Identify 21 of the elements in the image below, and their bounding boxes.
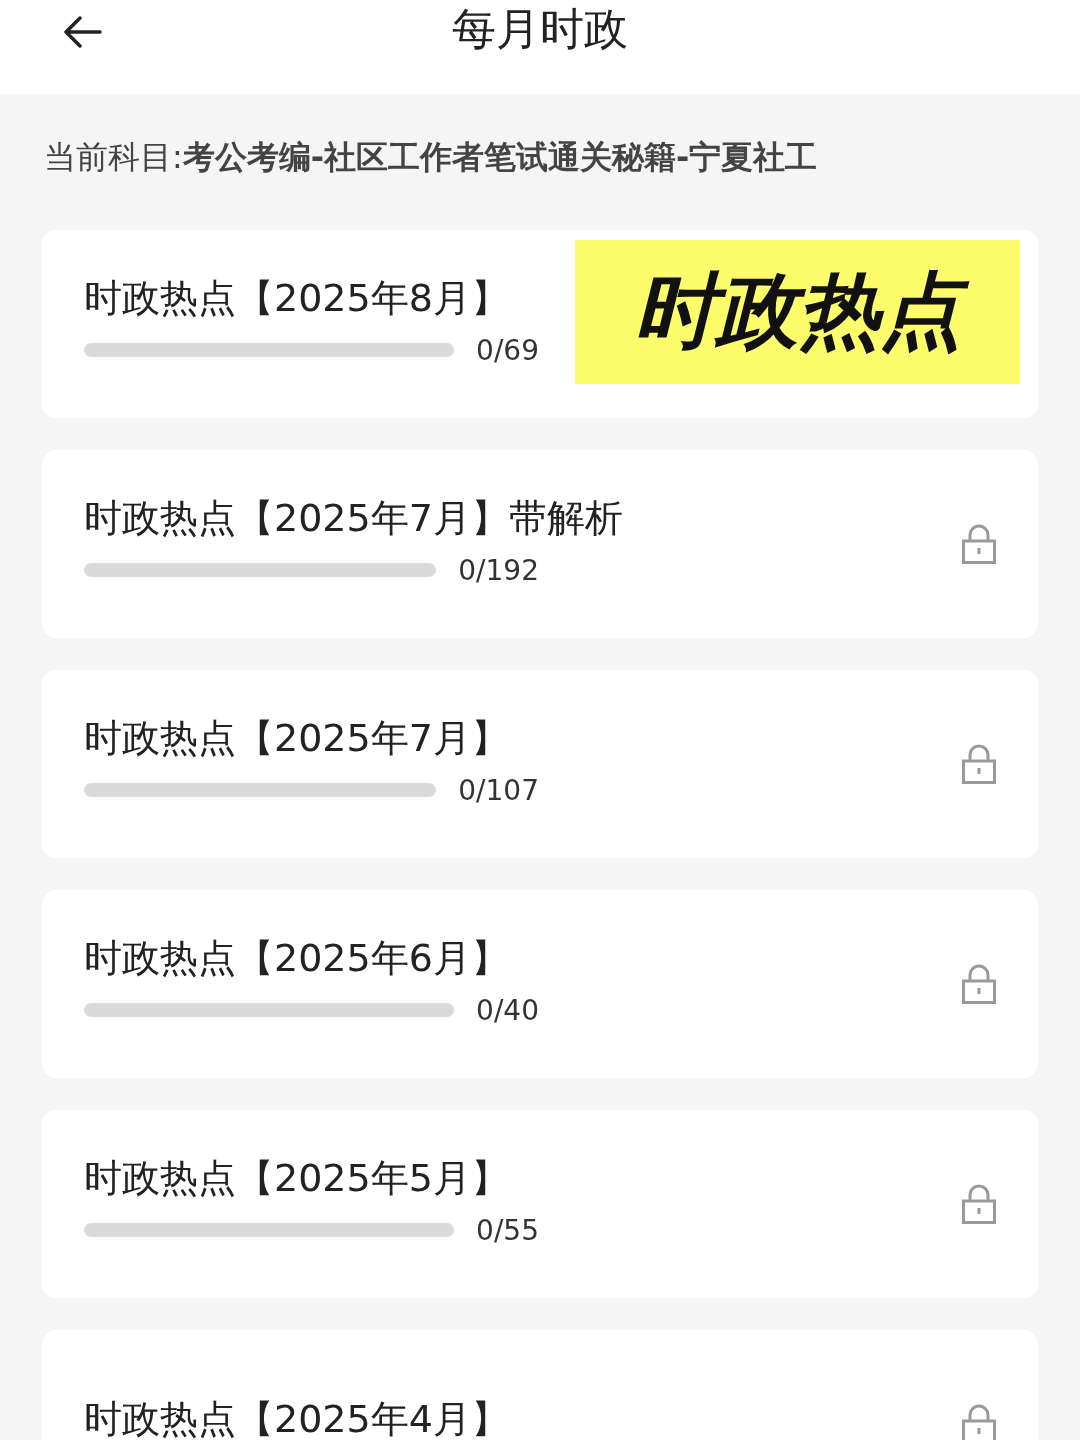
progress-count: 0/69 (476, 333, 539, 367)
card-title: 时政热点【2025年4月】 (84, 1396, 509, 1440)
progress-count: 0/192 (458, 553, 539, 587)
highlight-sticker: 时政热点 (575, 240, 1020, 384)
card-title: 时政热点【2025年5月】 (84, 1154, 510, 1202)
progress-count: 0/107 (458, 773, 539, 807)
course-card[interactable]: 时政热点【2025年7月】 0/107 (42, 670, 1038, 858)
page-title: 每月时政 (452, 2, 628, 56)
card-title: 时政热点【2025年7月】带解析 (84, 494, 623, 542)
card-title: 时政热点【2025年7月】 (84, 714, 510, 762)
course-card[interactable]: 时政热点【2025年6月】 0/40 (42, 890, 1038, 1078)
progress-count: 0/40 (476, 993, 539, 1027)
subject-label: 当前科目:考公考编-社区工作者笔试通关秘籍-宁夏社工 (43, 137, 819, 178)
course-card[interactable]: 时政热点【2025年7月】带解析 0/192 (42, 450, 1038, 638)
card-title: 时政热点【2025年6月】 (84, 934, 510, 982)
course-card[interactable]: 时政热点【2025年5月】 0/55 (42, 1110, 1038, 1298)
course-card[interactable]: 时政热点【2025年4月】 (42, 1330, 1038, 1440)
course-card[interactable]: 时政热点【2025年8月】 0/69 时政热点 (42, 230, 1038, 418)
progress-count: 0/55 (476, 1213, 539, 1247)
card-title: 时政热点【2025年8月】 (84, 274, 510, 322)
back-icon[interactable] (62, 16, 102, 48)
